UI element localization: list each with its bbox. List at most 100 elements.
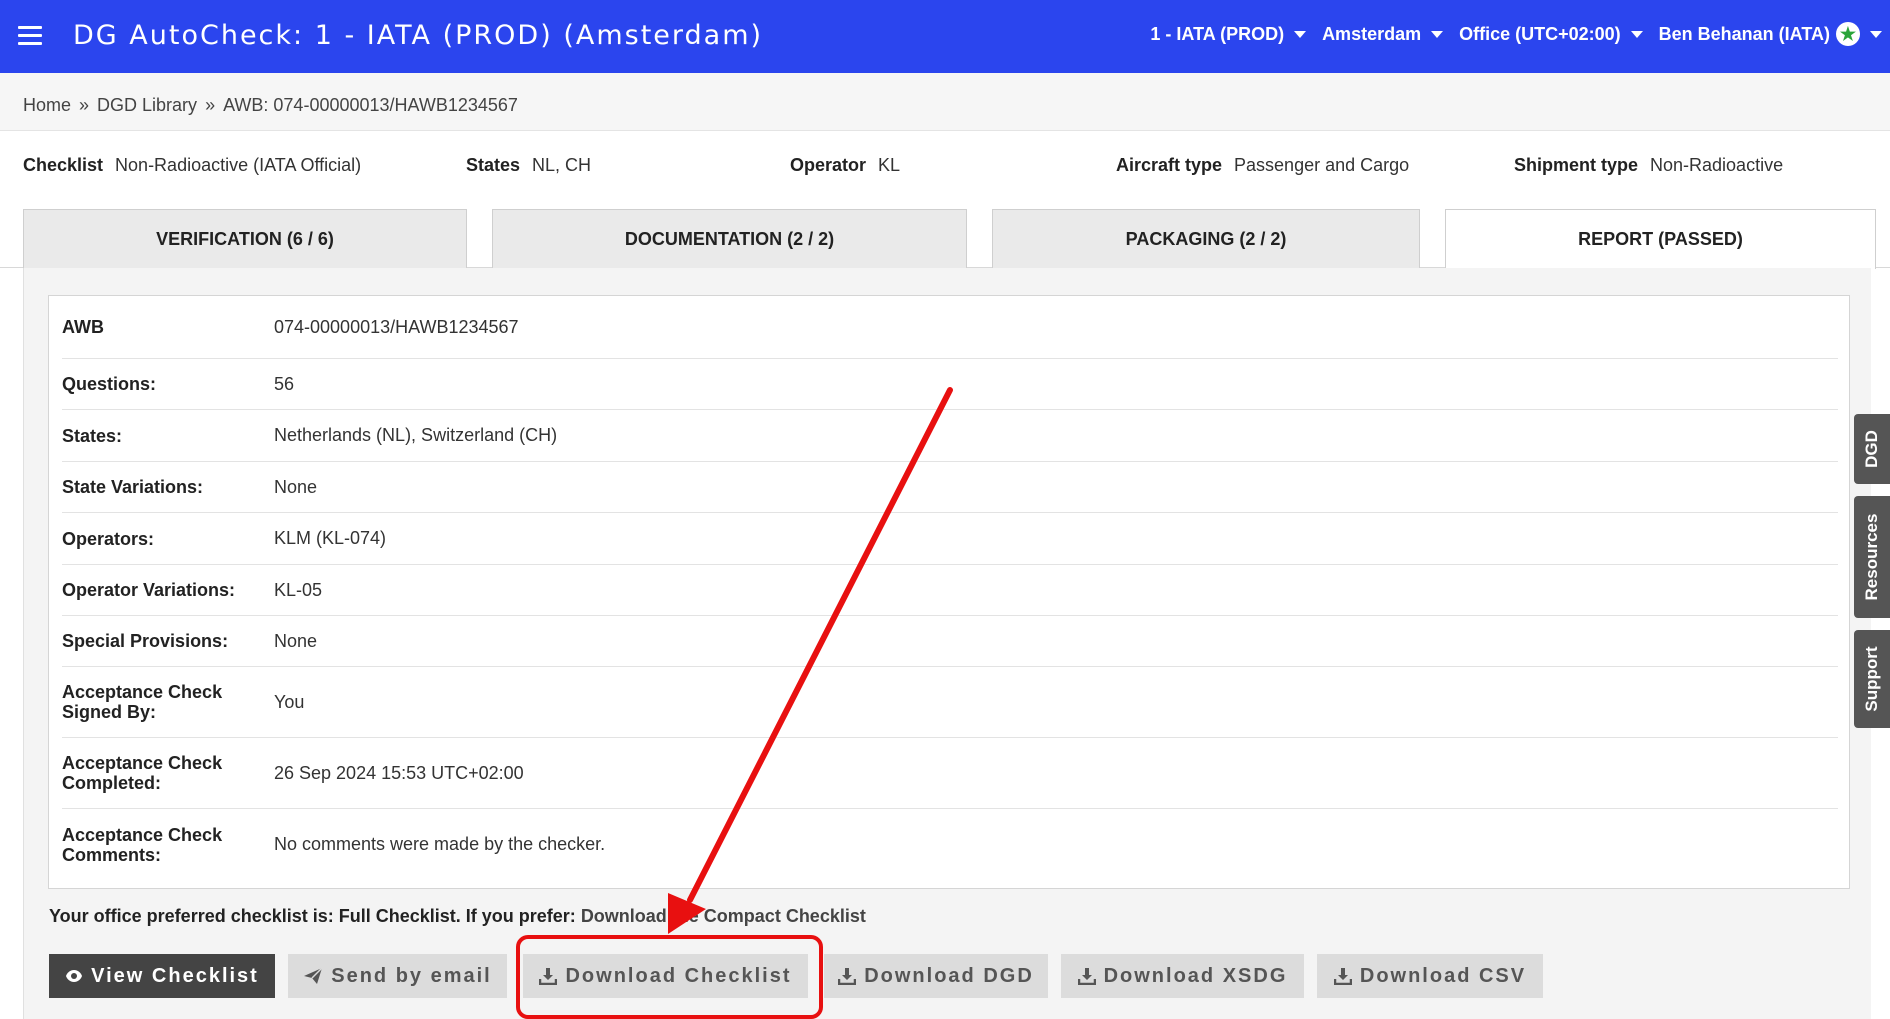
download-dgd-button[interactable]: Download DGD: [824, 954, 1048, 998]
preferred-checklist-text: Your office preferred checklist is: Full…: [49, 906, 581, 926]
tab-verification[interactable]: VERIFICATION (6 / 6): [23, 209, 467, 268]
report-details-table: AWB 074-00000013/HAWB1234567 Questions: …: [48, 295, 1850, 889]
location-label: Amsterdam: [1322, 23, 1422, 44]
summary-states-value: NL, CH: [532, 155, 592, 175]
side-tab-support[interactable]: Support: [1854, 630, 1890, 728]
details-label: Acceptance Check Signed By:: [62, 682, 223, 722]
user-label: Ben Behanan (IATA): [1658, 23, 1830, 44]
details-value: 074-00000013/HAWB1234567: [274, 316, 519, 337]
side-tab-support-label: Support: [1862, 646, 1881, 712]
tenant-dropdown[interactable]: 1 - IATA (PROD): [1150, 23, 1307, 45]
details-value: KLM (KL-074): [274, 528, 387, 548]
summary-aircraft: Aircraft type Passenger and Cargo: [1116, 155, 1409, 176]
tab-packaging[interactable]: PACKAGING (2 / 2): [992, 209, 1420, 268]
summary-checklist-value: Non-Radioactive (IATA Official): [115, 155, 362, 175]
details-value: KL-05: [274, 579, 323, 600]
summary-states-label: States: [466, 155, 521, 175]
breadcrumb: Home » DGD Library » AWB: 074-00000013/HAWB1…: [23, 95, 518, 116]
details-value: None: [274, 476, 318, 497]
details-label: Operator Variations:: [62, 580, 236, 600]
breadcrumb-bar: Home » DGD Library » AWB: 074-00000013/HAWB1…: [0, 73, 1890, 131]
details-row-state-variations: State Variations: None: [62, 462, 1838, 513]
breadcrumb-separator: »: [205, 95, 216, 115]
top-navigation-bar: DG AutoCheck: 1 - IATA (PROD) (Amsterdam…: [0, 0, 1890, 73]
breadcrumb-separator: »: [79, 95, 90, 115]
details-row-questions: Questions: 56: [62, 359, 1838, 410]
download-checklist-label: Download Checklist: [565, 964, 792, 987]
star-badge-icon: ★: [1836, 22, 1860, 46]
details-row-completed: Acceptance Check Completed: 26 Sep 2024 …: [62, 738, 1838, 809]
summary-checklist-label: Checklist: [23, 155, 104, 175]
details-row-operator-variations: Operator Variations: KL-05: [62, 565, 1838, 616]
view-checklist-button[interactable]: View Checklist: [49, 954, 275, 998]
details-value: None: [274, 630, 318, 651]
caret-down-icon: [1294, 30, 1307, 38]
download-csv-label: Download CSV: [1359, 964, 1527, 987]
summary-operator: Operator KL: [790, 155, 900, 176]
details-row-signed-by: Acceptance Check Signed By: You: [62, 667, 1838, 738]
summary-operator-label: Operator: [790, 155, 867, 175]
details-value: Netherlands (NL), Switzerland (CH): [274, 425, 558, 445]
top-menus: 1 - IATA (PROD) Amsterdam Office (UTC+02…: [1134, 22, 1882, 46]
summary-shipment-label: Shipment type: [1514, 155, 1639, 175]
download-icon: [838, 968, 857, 985]
download-xsdg-button[interactable]: Download XSDG: [1061, 954, 1304, 998]
side-tab-resources[interactable]: Resources: [1854, 496, 1890, 618]
details-row-awb: AWB 074-00000013/HAWB1234567: [62, 296, 1838, 359]
preferred-checklist-note: Your office preferred checklist is: Full…: [49, 906, 866, 927]
tab-documentation[interactable]: DOCUMENTATION (2 / 2): [492, 209, 967, 268]
location-dropdown[interactable]: Amsterdam: [1322, 23, 1444, 45]
download-icon: [539, 968, 558, 985]
details-label: Special Provisions:: [62, 631, 229, 651]
details-label: States:: [62, 425, 123, 446]
details-row-special-provisions: Special Provisions: None: [62, 616, 1838, 667]
details-row-operators: Operators: KLM (KL-074): [62, 513, 1838, 565]
breadcrumb-current: AWB: 074-00000013/HAWB1234567: [223, 95, 518, 115]
hamburger-menu-icon[interactable]: [18, 26, 42, 46]
details-label: Acceptance Check Comments:: [62, 824, 223, 865]
caret-down-icon: [1870, 30, 1882, 38]
details-label: Questions:: [62, 374, 157, 394]
breadcrumb-home[interactable]: Home: [23, 95, 71, 115]
download-icon: [1077, 968, 1096, 985]
send-by-email-label: Send by email: [331, 964, 492, 987]
summary-aircraft-value: Passenger and Cargo: [1234, 155, 1410, 175]
summary-checklist: Checklist Non-Radioactive (IATA Official): [23, 155, 361, 176]
summary-states: States NL, CH: [466, 155, 591, 176]
download-icon: [1333, 968, 1352, 985]
user-dropdown[interactable]: Ben Behanan (IATA) ★: [1659, 22, 1882, 46]
details-label: Operators:: [62, 528, 155, 549]
office-dropdown[interactable]: Office (UTC+02:00): [1459, 24, 1643, 45]
caret-down-icon: [1431, 30, 1444, 38]
details-value: 56: [274, 373, 295, 394]
side-tab-dgd-label: DGD: [1862, 430, 1881, 468]
breadcrumb-library[interactable]: DGD Library: [97, 95, 197, 115]
paper-plane-icon: [304, 967, 323, 984]
details-label: Acceptance Check Completed:: [62, 753, 223, 793]
download-checklist-button[interactable]: Download Checklist: [523, 954, 808, 998]
caret-down-icon: [1630, 30, 1643, 38]
download-dgd-label: Download DGD: [864, 964, 1034, 987]
download-xsdg-label: Download XSDG: [1103, 964, 1288, 987]
tab-report[interactable]: REPORT (PASSED): [1445, 209, 1876, 269]
download-csv-button[interactable]: Download CSV: [1317, 954, 1543, 998]
details-value: No comments were made by the checker.: [274, 834, 606, 854]
summary-shipment-value: Non-Radioactive: [1650, 155, 1784, 175]
details-row-states: States: Netherlands (NL), Switzerland (C…: [62, 410, 1838, 462]
eye-icon: [66, 970, 83, 982]
summary-aircraft-label: Aircraft type: [1116, 155, 1223, 175]
side-tab-dgd[interactable]: DGD: [1854, 414, 1890, 484]
details-value: 26 Sep 2024 15:53 UTC+02:00: [274, 762, 524, 783]
details-row-comments: Acceptance Check Comments: No comments w…: [62, 809, 1838, 880]
send-by-email-button[interactable]: Send by email: [288, 954, 507, 998]
summary-shipment: Shipment type Non-Radioactive: [1514, 155, 1783, 176]
details-value: You: [274, 691, 305, 712]
office-label: Office (UTC+02:00): [1459, 23, 1621, 44]
details-label: State Variations:: [62, 477, 204, 497]
details-label: AWB: [62, 317, 104, 337]
view-checklist-label: View Checklist: [91, 964, 259, 987]
download-compact-checklist-link[interactable]: Download the Compact Checklist: [581, 906, 866, 926]
summary-operator-value: KL: [878, 155, 901, 175]
tenant-label: 1 - IATA (PROD): [1150, 23, 1285, 44]
app-title: DG AutoCheck: 1 - IATA (PROD) (Amsterdam…: [73, 20, 764, 51]
